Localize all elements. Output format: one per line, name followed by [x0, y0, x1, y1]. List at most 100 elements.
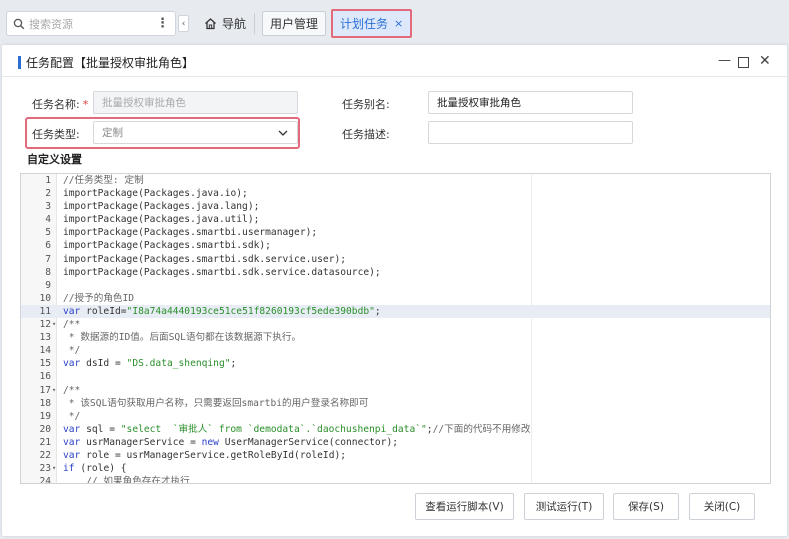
close-tab-icon[interactable]: ×	[394, 17, 403, 30]
task-name-label: 任务名称: *	[32, 98, 89, 111]
line-number: 21	[39, 436, 51, 448]
code-line: 23 ▾ if (role) {	[21, 462, 770, 475]
code-text: importPackage(Packages.smartbi.sdk);	[63, 240, 271, 252]
line-number: 11	[39, 305, 51, 317]
line-number: 2	[45, 188, 51, 200]
search-placeholder: 搜索资源	[29, 17, 73, 31]
title-divider	[2, 76, 787, 77]
code-line: 14 */	[21, 344, 770, 357]
line-number: 10	[39, 292, 51, 304]
code-text: * 数据源的ID值。后面SQL语句都在该数据源下执行。	[63, 332, 302, 344]
maximize-button[interactable]	[738, 57, 749, 68]
line-number: 8	[45, 266, 51, 278]
code-line: 24 // 如果角色存在才执行	[21, 475, 770, 484]
task-type-label: 任务类型:	[32, 128, 80, 141]
code-text: var role = usrManagerService.getRoleById…	[63, 449, 347, 461]
fold-toggle-icon[interactable]: ▾	[52, 318, 60, 331]
line-number: 17	[39, 384, 51, 396]
code-lines: 1 //任务类型: 定制 2 importPackage(Packages.java.…	[21, 174, 770, 484]
code-line: 6 importPackage(Packages.smartbi.sdk);	[21, 239, 770, 252]
line-number: 19	[39, 410, 51, 422]
tab-scheduled-tasks-label: 计划任务	[340, 17, 389, 31]
code-line: 11 var roleId="I8a74a4440193ce51ce51f8260…	[21, 304, 770, 319]
required-mark: *	[82, 98, 89, 111]
task-alias-input[interactable]: 批量授权审批角色	[428, 91, 633, 114]
code-text: importPackage(Packages.smartbi.sdk.servi…	[63, 266, 381, 278]
line-number: 7	[45, 253, 51, 265]
code-text: importPackage(Packages.java.lang);	[63, 201, 260, 213]
code-text: //授予的角色ID	[63, 292, 135, 304]
task-type-select[interactable]: 定制	[93, 121, 298, 144]
close-button[interactable]: 关闭(C)	[689, 493, 755, 520]
code-text: * 该SQL语句获取用户名称，只需要返回smartbi的用户登录名称即可	[63, 397, 369, 409]
task-desc-input[interactable]	[428, 121, 633, 144]
code-line: 17 ▾/**	[21, 384, 770, 397]
task-name-input[interactable]: 批量授权审批角色	[93, 91, 298, 114]
code-line: 8 importPackage(Packages.smartbi.sdk.serv…	[21, 266, 770, 279]
close-dialog-button[interactable]: ✕	[759, 53, 771, 69]
tab-divider	[254, 13, 255, 34]
code-editor[interactable]: 1 //任务类型: 定制 2 importPackage(Packages.java.…	[20, 173, 771, 484]
line-number: 3	[45, 201, 51, 213]
resource-search-input[interactable]: 搜索资源 ⋮	[6, 11, 176, 36]
search-icon	[13, 18, 25, 29]
line-number: 20	[39, 423, 51, 435]
code-text: var roleId="I8a74a4440193ce51ce51f826019…	[63, 305, 381, 317]
tab-navigation[interactable]: 导航	[196, 11, 254, 36]
code-text: */	[63, 345, 81, 357]
line-number: 22	[39, 449, 51, 461]
code-text: importPackage(Packages.smartbi.sdk.servi…	[63, 253, 347, 265]
code-text: /**	[63, 384, 81, 396]
chevron-down-icon	[278, 130, 288, 136]
tab-user-management[interactable]: 用户管理	[262, 11, 327, 36]
tab-scheduled-tasks[interactable]: 计划任务 ×	[331, 9, 413, 38]
dialog-title: 任务配置【批量授权审批角色】	[18, 54, 194, 71]
fold-toggle-icon[interactable]: ▾	[52, 384, 60, 397]
code-line: 21 var usrManagerService = new UserManage…	[21, 436, 770, 449]
minimize-button[interactable]: —	[718, 53, 731, 68]
line-number: 16	[39, 371, 51, 383]
custom-settings-title: 自定义设置	[27, 153, 82, 166]
code-line: 9	[21, 279, 770, 292]
task-alias-label: 任务别名:	[342, 98, 390, 111]
line-number: 12	[39, 319, 51, 331]
code-line: 13 * 数据源的ID值。后面SQL语句都在该数据源下执行。	[21, 331, 770, 344]
tab-user-management-label: 用户管理	[270, 17, 319, 31]
code-line: 18 * 该SQL语句获取用户名称，只需要返回smartbi的用户登录名称即可	[21, 397, 770, 410]
fold-toggle-icon[interactable]: ▾	[52, 462, 60, 475]
code-line: 16	[21, 370, 770, 383]
line-number: 13	[39, 332, 51, 344]
code-text: importPackage(Packages.smartbi.usermanag…	[63, 227, 318, 239]
test-run-button[interactable]: 测试运行(T)	[524, 493, 604, 520]
code-line: 2 importPackage(Packages.java.io);	[21, 187, 770, 200]
line-number: 5	[45, 227, 51, 239]
code-text: if (role) {	[63, 463, 127, 475]
line-number: 4	[45, 214, 51, 226]
task-desc-label: 任务描述:	[342, 128, 390, 141]
title-accent-bar	[18, 56, 21, 69]
view-run-script-button[interactable]: 查看运行脚本(V)	[415, 493, 514, 520]
code-line: 4 importPackage(Packages.java.util);	[21, 213, 770, 226]
line-number: 14	[39, 345, 51, 357]
code-line: 10 //授予的角色ID	[21, 292, 770, 305]
more-options-icon[interactable]: ⋮	[156, 16, 169, 31]
code-line: 22 var role = usrManagerService.getRoleBy…	[21, 449, 770, 462]
line-number: 1	[45, 175, 51, 186]
code-line: 5 importPackage(Packages.smartbi.usermana…	[21, 226, 770, 239]
dialog-title-text: 任务配置【批量授权审批角色】	[26, 56, 195, 70]
code-text: //任务类型: 定制	[63, 175, 144, 186]
code-line: 15 var dsId = "DS.data_shenqing";	[21, 357, 770, 370]
collapse-sidebar-button[interactable]: ‹	[178, 15, 189, 32]
code-text: */	[63, 410, 81, 422]
code-text: // 如果角色存在才执行	[63, 476, 190, 484]
save-button[interactable]: 保存(S)	[613, 493, 679, 520]
code-text: importPackage(Packages.java.io);	[63, 188, 248, 200]
line-number: 18	[39, 397, 51, 409]
task-type-value: 定制	[102, 127, 123, 139]
code-line: 7 importPackage(Packages.smartbi.sdk.serv…	[21, 253, 770, 266]
code-line: 3 importPackage(Packages.java.lang);	[21, 200, 770, 213]
code-line: 12 ▾/**	[21, 318, 770, 331]
top-bar: 搜索资源 ⋮ ‹ 导航 用户管理 计划任务 ×	[0, 0, 789, 46]
line-number: 24	[39, 476, 51, 484]
code-text: importPackage(Packages.java.util);	[63, 214, 260, 226]
